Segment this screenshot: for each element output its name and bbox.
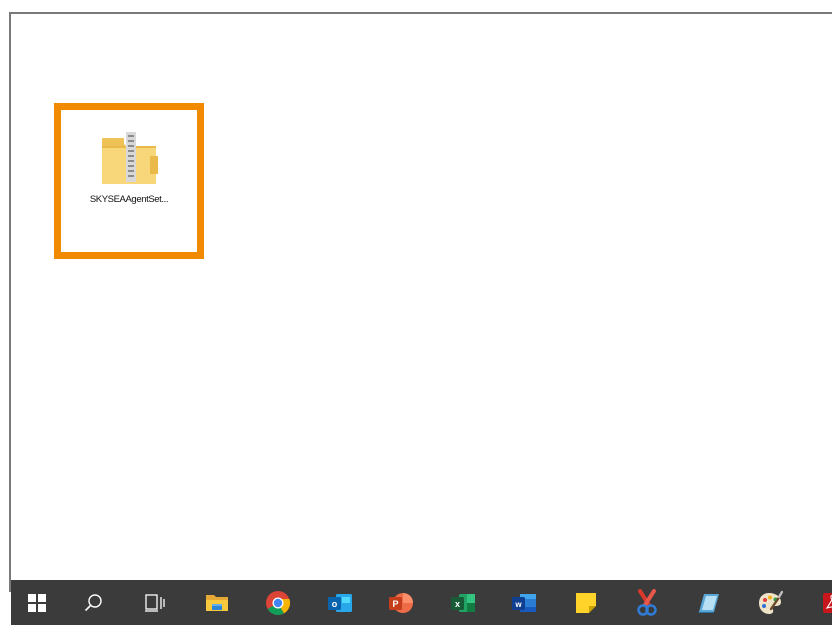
acrobat-button[interactable] [801, 580, 832, 625]
svg-text:w: w [515, 600, 523, 609]
notepad-button[interactable] [678, 580, 740, 625]
taskbar: o P x w [11, 580, 832, 625]
task-view-icon [145, 593, 165, 612]
screen: SKYSEAAgentSet... o P x w [0, 0, 832, 625]
svg-text:P: P [393, 599, 399, 609]
chrome-icon [266, 590, 291, 615]
svg-text:x: x [455, 599, 460, 609]
notepad-icon [697, 593, 719, 613]
chrome-button[interactable] [248, 580, 310, 625]
paint-icon [759, 590, 784, 614]
powerpoint-icon: P [389, 592, 414, 613]
acrobat-icon [822, 592, 832, 613]
desktop-icon-skysea-agent-setup[interactable]: SKYSEAAgentSet... [54, 103, 204, 259]
start-button[interactable] [11, 580, 63, 625]
outlook-button[interactable]: o [309, 580, 371, 625]
desktop[interactable] [11, 14, 832, 590]
desktop-icon-label: SKYSEAAgentSet... [89, 194, 169, 205]
excel-icon: x [450, 593, 475, 612]
excel-button[interactable]: x [432, 580, 494, 625]
svg-text:o: o [332, 599, 338, 609]
search-icon [84, 593, 102, 611]
file-explorer-icon [205, 594, 228, 611]
zip-folder-icon [102, 132, 158, 184]
word-icon: w [512, 593, 537, 612]
snipping-tool-button[interactable] [617, 580, 679, 625]
snipping-tool-icon [637, 588, 657, 616]
outlook-icon: o [327, 593, 352, 612]
sticky-notes-button[interactable] [555, 580, 617, 625]
file-explorer-button[interactable] [186, 580, 248, 625]
search-button[interactable] [63, 580, 125, 625]
task-view-button[interactable] [125, 580, 187, 625]
paint-button[interactable] [740, 580, 802, 625]
word-button[interactable]: w [494, 580, 556, 625]
windows-logo-icon [28, 593, 46, 612]
sticky-notes-icon [575, 592, 596, 613]
desktop-window-frame [9, 12, 832, 592]
powerpoint-button[interactable]: P [371, 580, 433, 625]
